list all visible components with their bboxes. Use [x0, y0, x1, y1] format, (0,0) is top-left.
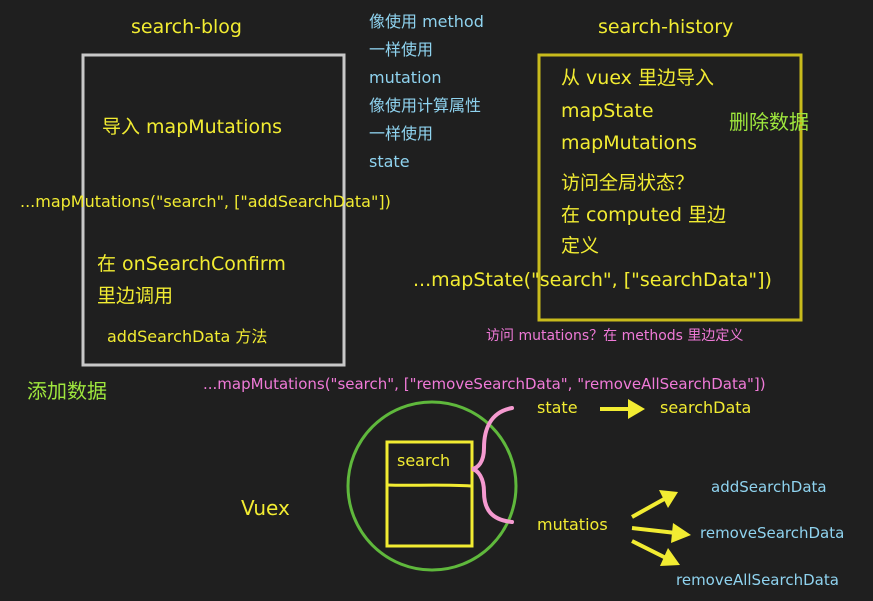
middle-note-line: 一样使用 [369, 124, 434, 143]
middle-note-line: state [369, 152, 410, 171]
mutation-remove-label: removeSearchData [700, 524, 845, 542]
import-line: mapMutations [561, 132, 698, 154]
mutations-label: mutatios [537, 515, 608, 534]
middle-note-line: 像使用 method [369, 12, 484, 31]
mutation-arrow-remove [631, 523, 691, 543]
mapstate-code: ...mapState("search", ["searchData"]) [413, 269, 772, 291]
computed-line2: 定义 [561, 235, 600, 257]
add-mapmutations-code: ...mapMutations("search", ["addSearchDat… [20, 192, 391, 211]
mutation-arrow-add [631, 490, 678, 519]
search-history-title: search-history [598, 16, 734, 38]
mutation-arrow-remove-all [631, 539, 680, 566]
computed-line1: 在 computed 里边 [561, 204, 726, 226]
add-data-caption: 添加数据 [27, 379, 107, 403]
search-module-label: search [397, 451, 451, 470]
mutations-question: 访问 mutations？在 methods 里边定义 [486, 328, 744, 344]
add-method-text: addSearchData 方法 [107, 327, 268, 346]
middle-note-line: 一样使用 [369, 40, 434, 59]
module-divider [387, 483, 472, 488]
search-blog-title: search-blog [131, 16, 242, 38]
state-target-label: searchData [660, 398, 752, 417]
import-line: mapState [561, 100, 654, 122]
call-location-line1: 在 onSearchConfirm [97, 253, 286, 275]
call-location-line2: 里边调用 [97, 285, 174, 307]
mutation-add-label: addSearchData [711, 478, 827, 496]
state-question: 访问全局状态？ [561, 172, 695, 194]
state-label: state [537, 398, 578, 417]
import-line: 从 vuex 里边导入 [561, 67, 714, 89]
mutation-remove-all-label: removeAllSearchData [676, 571, 839, 589]
state-arrow [600, 399, 645, 419]
delete-data-caption: 删除数据 [729, 110, 809, 134]
remove-mapmutations-code: ...mapMutations("search", ["removeSearch… [203, 375, 766, 393]
middle-note-line: 像使用计算属性 [369, 96, 482, 115]
import-mapmutations-text: 导入 mapMutations [102, 116, 283, 138]
middle-note-line: mutation [369, 68, 442, 87]
vuex-label: Vuex [241, 496, 290, 520]
